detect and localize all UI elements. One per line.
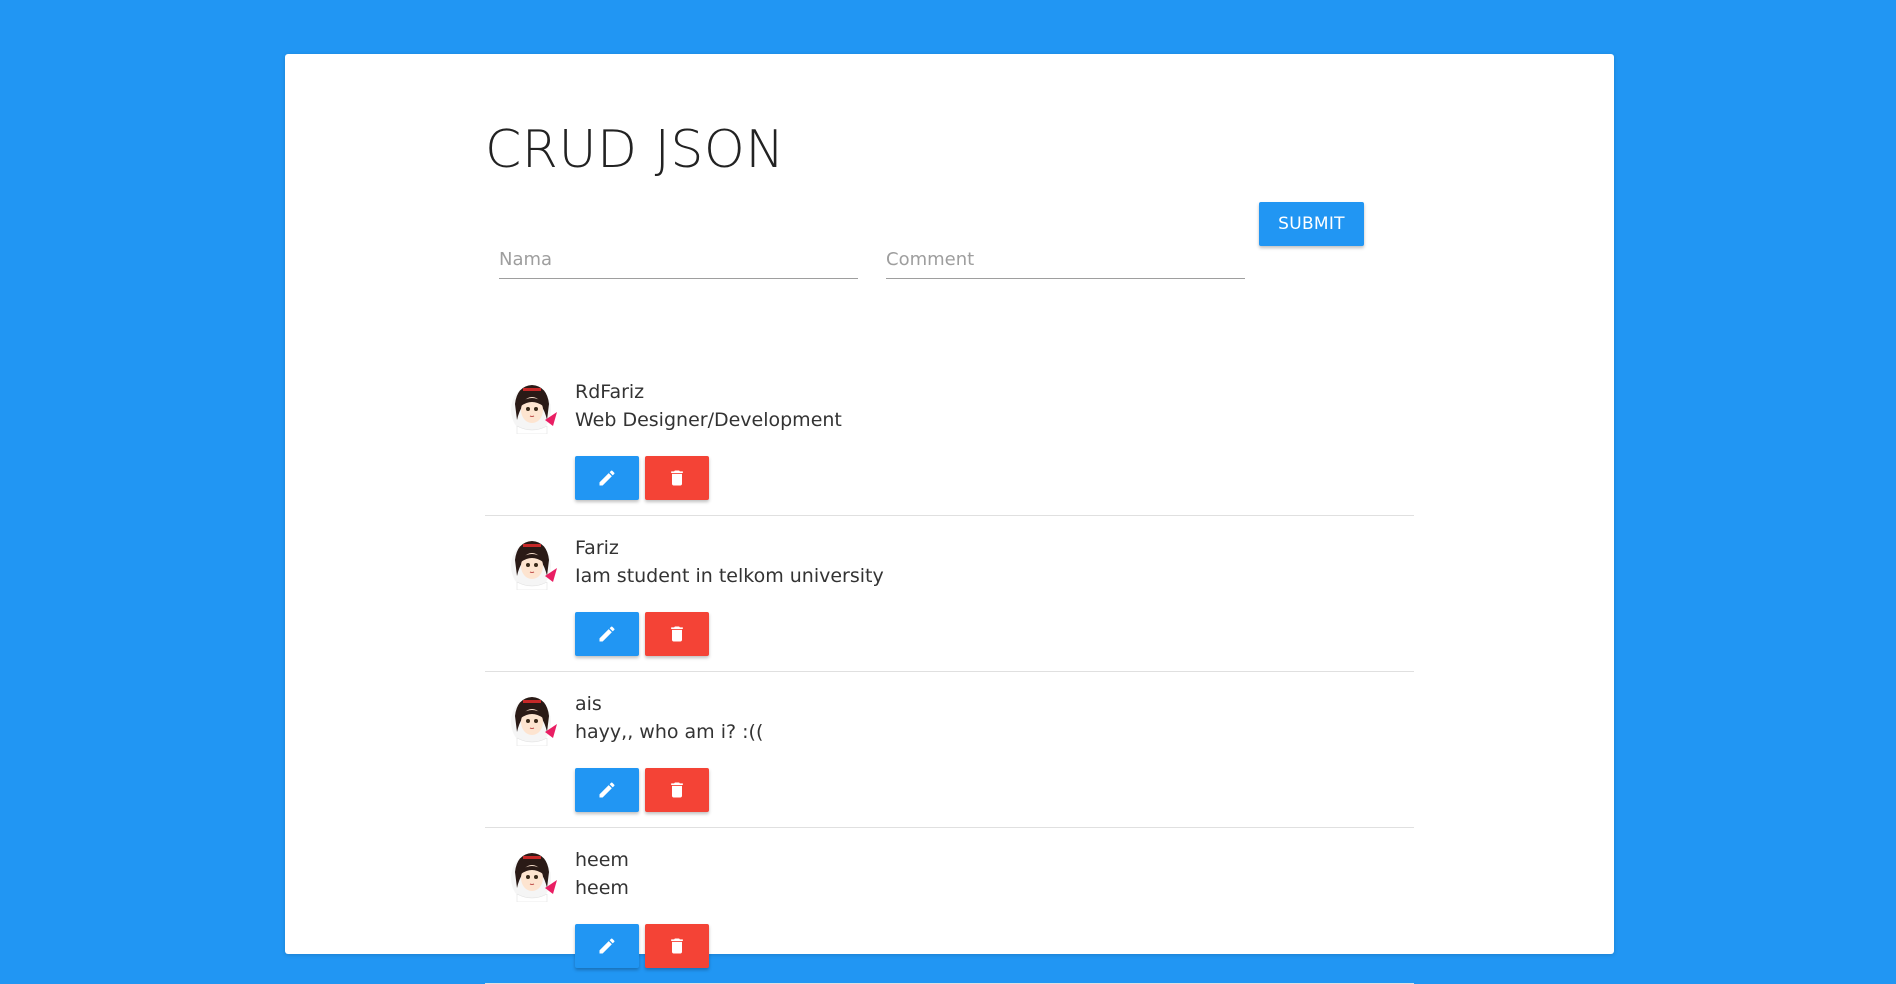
comment-text: Iam student in telkom university <box>575 565 884 587</box>
delete-button[interactable] <box>645 768 709 812</box>
main-card: CRUD JSON SUBMIT <box>285 54 1614 984</box>
avatar <box>511 853 557 902</box>
comment-author: heem <box>575 849 629 871</box>
delete-button[interactable] <box>645 456 709 500</box>
avatar <box>511 385 557 434</box>
comment-input[interactable] <box>886 249 1245 270</box>
comment-author: ais <box>575 693 602 715</box>
edit-button[interactable] <box>575 456 639 500</box>
name-field[interactable] <box>499 224 858 279</box>
pencil-icon <box>599 938 615 954</box>
comment-text: heem <box>575 877 629 899</box>
pencil-icon <box>599 782 615 798</box>
trash-icon <box>671 782 683 798</box>
edit-button[interactable] <box>575 924 639 968</box>
comment-text: hayy,, who am i? :(( <box>575 721 764 743</box>
comment-field[interactable] <box>886 224 1245 279</box>
edit-button[interactable] <box>575 612 639 656</box>
name-input[interactable] <box>499 249 858 270</box>
trash-icon <box>671 470 683 486</box>
pencil-icon <box>599 470 615 486</box>
list-item: heem heem <box>485 828 1414 984</box>
list-item: Fariz Iam student in telkom university <box>485 516 1414 672</box>
trash-icon <box>671 626 683 642</box>
pencil-icon <box>599 626 615 642</box>
delete-button[interactable] <box>645 612 709 656</box>
comment-text: Web Designer/Development <box>575 409 842 431</box>
comment-author: Fariz <box>575 537 619 559</box>
comment-author: RdFariz <box>575 381 645 403</box>
delete-button[interactable] <box>645 924 709 968</box>
comment-list: RdFariz Web Designer/Development Fariz I… <box>485 360 1414 984</box>
edit-button[interactable] <box>575 768 639 812</box>
list-item: RdFariz Web Designer/Development <box>485 360 1414 516</box>
submit-button[interactable]: SUBMIT <box>1259 202 1364 246</box>
list-item: ais hayy,, who am i? :(( <box>485 672 1414 828</box>
page-title: CRUD JSON <box>485 120 785 180</box>
trash-icon <box>671 938 683 954</box>
avatar <box>511 541 557 590</box>
avatar <box>511 697 557 746</box>
